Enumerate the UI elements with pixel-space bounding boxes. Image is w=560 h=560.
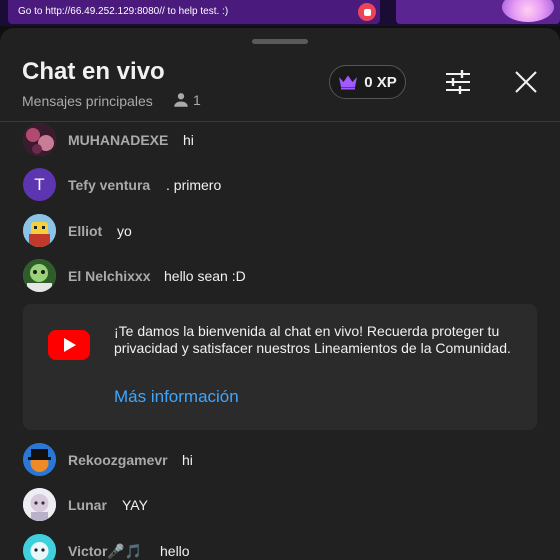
youtube-logo-icon (48, 330, 90, 360)
close-button[interactable] (508, 66, 544, 98)
viewer-count: 1 (172, 91, 201, 109)
avatar[interactable] (23, 488, 56, 521)
avatar[interactable]: T (23, 168, 56, 201)
crown-icon (339, 75, 358, 90)
message-author[interactable]: El Nelchixxx (68, 268, 151, 284)
chat-message[interactable]: Victor🎤🎵 hello (0, 528, 560, 560)
chat-title: Chat en vivo (22, 58, 165, 85)
chat-message[interactable]: Lunar YAY (0, 482, 560, 526)
message-author[interactable]: Lunar (68, 497, 107, 513)
chat-message[interactable]: T Tefy ventura . primero (0, 162, 560, 206)
message-text: YAY (122, 497, 148, 513)
message-author[interactable]: MUHANADEXE (68, 132, 168, 148)
message-author[interactable]: Victor🎤🎵 (68, 543, 142, 560)
welcome-message: ¡Te damos la bienvenida al chat en vivo!… (114, 323, 511, 356)
chat-message[interactable]: El Nelchixxx hello sean :D (0, 253, 560, 297)
avatar[interactable] (23, 123, 56, 156)
avatar[interactable] (23, 214, 56, 247)
welcome-banner: ¡Te damos la bienvenida al chat en vivo!… (23, 304, 537, 430)
message-author[interactable]: Elliot (68, 223, 102, 239)
message-text: . primero (166, 177, 222, 193)
record-icon[interactable] (358, 3, 376, 21)
close-icon (515, 71, 537, 93)
filter-button[interactable] (440, 66, 476, 98)
message-text: hello (160, 543, 190, 559)
chat-mode-selector[interactable]: Mensajes principales (22, 93, 153, 109)
sliders-icon (446, 70, 470, 94)
more-info-link[interactable]: Más información (114, 387, 239, 407)
chat-header: Chat en vivo Mensajes principales 1 0 XP (0, 28, 560, 122)
message-author[interactable]: Tefy ventura (68, 177, 150, 193)
chat-message[interactable]: MUHANADEXE hi (0, 117, 560, 161)
avatar[interactable] (23, 534, 56, 560)
message-text: hi (183, 132, 194, 148)
avatar[interactable] (23, 443, 56, 476)
message-text: hi (182, 452, 193, 468)
message-text: yo (117, 223, 132, 239)
message-text: hello sean :D (164, 268, 246, 284)
avatar[interactable] (23, 259, 56, 292)
viewer-count-value: 1 (193, 92, 201, 108)
person-icon (174, 93, 188, 107)
chat-message[interactable]: Rekoozgamevr hi (0, 437, 560, 481)
avatar-letter: T (34, 174, 45, 194)
xp-label: 0 XP (364, 73, 397, 91)
video-player-strip[interactable]: Go to http://66.49.252.129:8080// to hel… (0, 0, 560, 26)
video-overlay-text: Go to http://66.49.252.129:8080// to hel… (18, 6, 229, 17)
chat-message[interactable]: Elliot yo (0, 208, 560, 252)
xp-button[interactable]: 0 XP (329, 65, 406, 99)
message-author[interactable]: Rekoozgamevr (68, 452, 168, 468)
